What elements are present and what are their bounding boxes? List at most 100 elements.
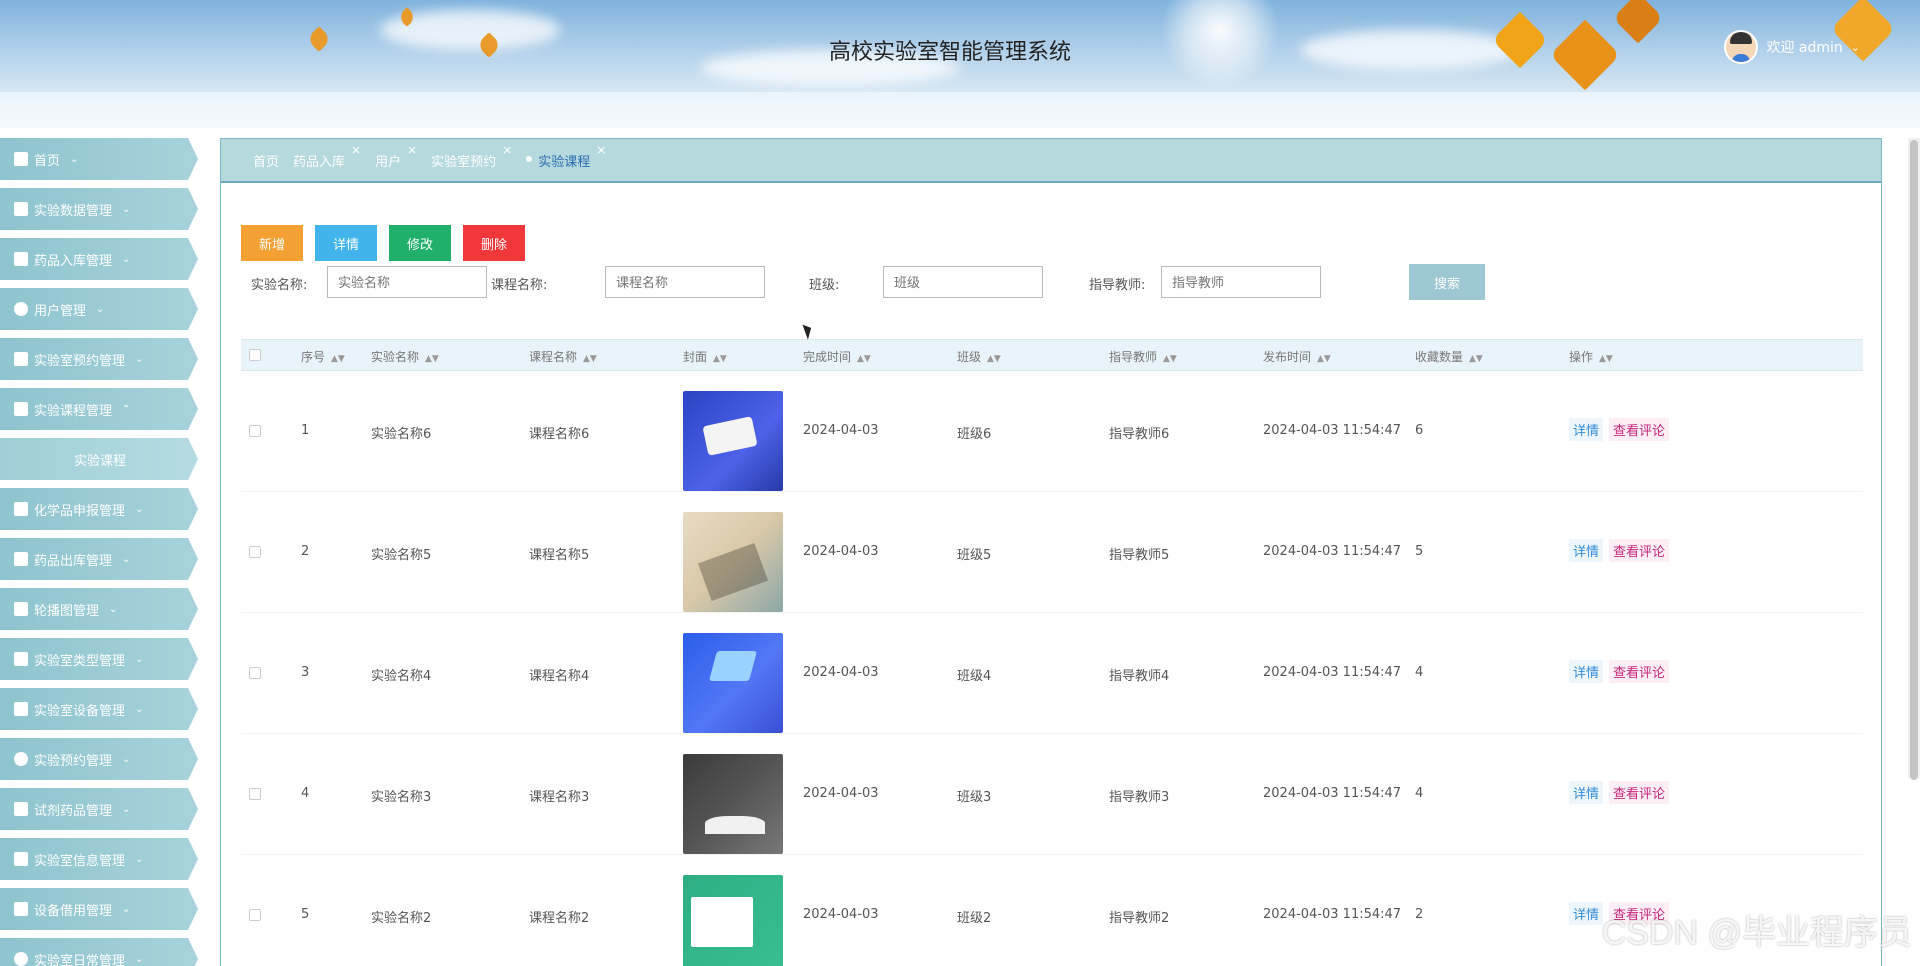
cell-experiment: 实验名称2: [371, 911, 432, 926]
header-label: 发布时间: [1263, 350, 1312, 364]
row-checkbox[interactable]: [249, 788, 261, 800]
column-header-finish-time[interactable]: 完成时间 ▲▼: [803, 348, 871, 365]
row-checkbox[interactable]: [249, 546, 261, 558]
sidebar-subitem-course[interactable]: 实验课程: [0, 438, 198, 480]
sidebar-item-equipment-borrow[interactable]: 设备借用管理 ⌄: [0, 888, 198, 930]
cell-teacher: 指导教师5: [1109, 548, 1170, 563]
detail-link[interactable]: 详情: [1569, 660, 1604, 683]
delete-button[interactable]: 删除: [463, 225, 525, 261]
cell-published: 2024-04-03 11:54:47: [1263, 907, 1402, 922]
view-comments-link[interactable]: 查看评论: [1609, 539, 1670, 562]
detail-link[interactable]: 详情: [1569, 539, 1604, 562]
column-header-class[interactable]: 班级 ▲▼: [957, 348, 1001, 365]
sidebar-item-users[interactable]: 用户管理 ⌄: [0, 288, 198, 330]
add-button[interactable]: 新增: [241, 225, 303, 261]
detail-link[interactable]: 详情: [1569, 781, 1604, 804]
cell-no: 1: [301, 423, 310, 438]
list-icon: [14, 402, 28, 416]
chevron-down-icon: ⌄: [122, 253, 131, 265]
view-comments-link[interactable]: 查看评论: [1609, 418, 1670, 441]
tab-label: 首页: [253, 154, 280, 170]
close-icon[interactable]: ×: [502, 143, 512, 157]
sidebar-item-label: 试剂药品管理: [34, 803, 113, 819]
cell-course: 课程名称6: [529, 427, 590, 442]
sidebar-item-lab-equipment[interactable]: 实验室设备管理 ⌄: [0, 688, 198, 730]
class-label: 班级:: [809, 278, 840, 293]
header-label: 实验名称: [371, 350, 420, 364]
sidebar-item-lab-info[interactable]: 实验室信息管理 ⌄: [0, 838, 198, 880]
sidebar-item-drug-outbound[interactable]: 药品出库管理 ⌄: [0, 538, 198, 580]
table-row[interactable]: 1 实验名称6 课程名称6 2024-04-03 班级6 指导教师6 2024-…: [241, 371, 1863, 492]
sidebar-item-lab-daily[interactable]: 实验室日常管理 ⌄: [0, 938, 198, 966]
tab-drug-inbound[interactable]: 药品入库 ×: [293, 143, 361, 170]
page-title: 高校实验室智能管理系统: [828, 40, 1071, 65]
table-row[interactable]: 2 实验名称5 课程名称5 2024-04-03 班级5 指导教师5 2024-…: [241, 492, 1863, 613]
class-input[interactable]: [883, 266, 1043, 298]
sidebar-item-experiment-data[interactable]: 实验数据管理 ⌄: [0, 188, 198, 230]
sidebar-item-label: 药品入库管理: [34, 253, 113, 269]
cell-experiment: 实验名称4: [371, 669, 432, 684]
course-name-input[interactable]: [605, 266, 765, 298]
close-icon[interactable]: ×: [407, 143, 417, 157]
cover-image: [683, 512, 783, 612]
drop-icon: [14, 952, 28, 966]
sidebar-item-drug-inbound[interactable]: 药品入库管理 ⌄: [0, 238, 198, 280]
cell-finish-time: 2024-04-03: [803, 665, 879, 680]
sidebar-item-lab-booking[interactable]: 实验室预约管理 ⌄: [0, 338, 198, 380]
chevron-up-icon: ⌃: [122, 403, 131, 415]
scrollbar-thumb[interactable]: [1910, 140, 1918, 780]
close-icon[interactable]: ×: [596, 143, 606, 157]
view-comments-link[interactable]: 查看评论: [1609, 781, 1670, 804]
header-label: 封面: [683, 350, 708, 364]
column-header-experiment[interactable]: 实验名称 ▲▼: [371, 348, 439, 365]
table-row[interactable]: 3 实验名称4 课程名称4 2024-04-03 班级4 指导教师4 2024-…: [241, 613, 1863, 734]
row-checkbox[interactable]: [249, 425, 261, 437]
experiment-name-input[interactable]: [327, 266, 487, 298]
header-label: 完成时间: [803, 350, 852, 364]
column-header-favorites[interactable]: 收藏数量 ▲▼: [1415, 348, 1483, 365]
cell-class: 班级2: [957, 911, 992, 926]
column-header-course[interactable]: 课程名称 ▲▼: [529, 348, 597, 365]
cell-published: 2024-04-03 11:54:47: [1263, 786, 1402, 801]
tab-lab-booking[interactable]: 实验室预约 ×: [431, 143, 512, 170]
cell-no: 4: [301, 786, 310, 801]
close-icon[interactable]: ×: [351, 143, 361, 157]
header-banner: 高校实验室智能管理系统 欢迎 admin ⌄: [0, 0, 1920, 92]
sidebar-item-lab-type[interactable]: 实验室类型管理 ⌄: [0, 638, 198, 680]
teacher-input[interactable]: [1161, 266, 1321, 298]
sidebar-item-course-management[interactable]: 实验课程管理 ⌃: [0, 388, 198, 430]
cell-finish-time: 2024-04-03: [803, 423, 879, 438]
cell-favorites: 4: [1415, 786, 1424, 801]
detail-button[interactable]: 详情: [315, 225, 377, 261]
tab-course[interactable]: 实验课程 ×: [526, 143, 606, 170]
sidebar-item-carousel[interactable]: 轮播图管理 ⌄: [0, 588, 198, 630]
sort-icon: ▲▼: [425, 354, 439, 364]
chevron-down-icon: ⌄: [135, 703, 144, 715]
detail-link[interactable]: 详情: [1569, 902, 1604, 925]
tab-label: 实验课程: [538, 154, 591, 170]
detail-link[interactable]: 详情: [1569, 418, 1604, 441]
tab-users[interactable]: 用户 ×: [375, 143, 417, 170]
user-menu[interactable]: 欢迎 admin ⌄: [1724, 30, 1860, 64]
sort-icon: ▲▼: [987, 354, 1001, 364]
search-button[interactable]: 搜索: [1409, 264, 1485, 300]
row-checkbox[interactable]: [249, 667, 261, 679]
edit-button[interactable]: 修改: [389, 225, 451, 261]
row-checkbox[interactable]: [249, 909, 261, 921]
sidebar-item-home[interactable]: 首页 ⌄: [0, 138, 198, 180]
select-all-checkbox[interactable]: [249, 349, 261, 361]
view-comments-link[interactable]: 查看评论: [1609, 660, 1670, 683]
sidebar-item-experiment-booking[interactable]: 实验预约管理 ⌄: [0, 738, 198, 780]
cell-no: 2: [301, 544, 310, 559]
avatar: [1724, 30, 1759, 64]
table-row[interactable]: 4 实验名称3 课程名称3 2024-04-03 班级3 指导教师3 2024-…: [241, 734, 1863, 855]
column-header-published[interactable]: 发布时间 ▲▼: [1263, 348, 1331, 365]
chevron-down-icon: ⌄: [135, 503, 144, 515]
tab-home[interactable]: 首页: [253, 151, 279, 170]
sidebar-item-reagent[interactable]: 试剂药品管理 ⌄: [0, 788, 198, 830]
sidebar-item-chemical-report[interactable]: 化学品申报管理 ⌄: [0, 488, 198, 530]
column-header-teacher[interactable]: 指导教师 ▲▼: [1109, 348, 1177, 365]
column-header-cover[interactable]: 封面 ▲▼: [683, 348, 727, 365]
column-header-actions[interactable]: 操作 ▲▼: [1569, 348, 1613, 365]
column-header-no[interactable]: 序号 ▲▼: [301, 348, 345, 365]
